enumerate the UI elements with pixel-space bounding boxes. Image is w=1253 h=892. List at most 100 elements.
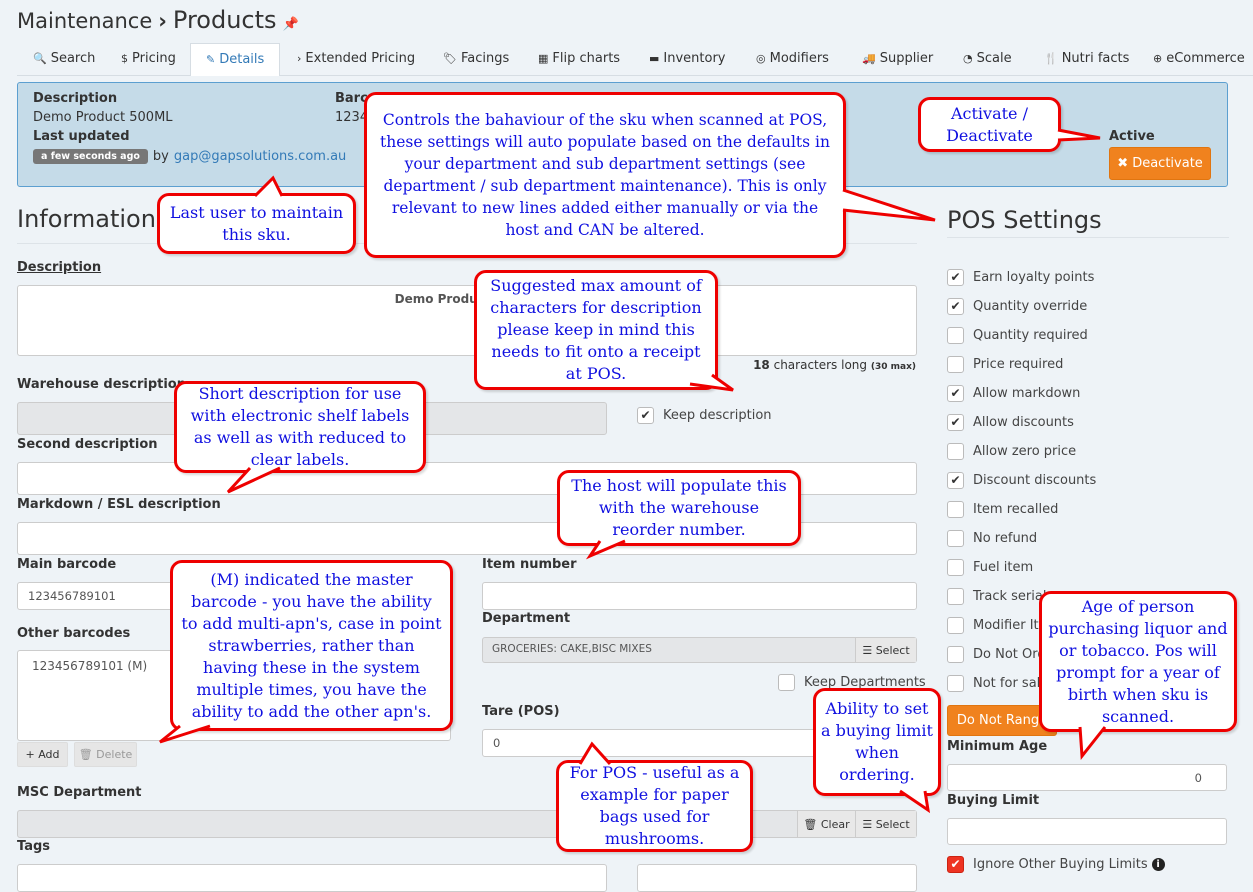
tab-inventory[interactable]: ▬ Inventory: [649, 43, 726, 76]
tab-label: Supplier: [879, 51, 934, 66]
tab-icon: 🚚: [862, 52, 876, 65]
second-description-label: Second description: [17, 437, 158, 452]
information-heading: Information: [17, 205, 156, 233]
keep-departments-checkbox[interactable]: [778, 674, 795, 691]
pos-option-label: Item recalled: [973, 502, 1059, 517]
tab-supplier[interactable]: 🚚 Supplier: [862, 43, 933, 76]
pos-option-checkbox[interactable]: [947, 646, 964, 663]
tab-label: Modifiers: [769, 51, 829, 66]
pos-option-label: Allow discounts: [973, 415, 1074, 430]
pos-option-checkbox[interactable]: [947, 675, 964, 692]
msc-clear-button[interactable]: 🗑 Clear: [797, 811, 855, 837]
pos-option[interactable]: Modifier Ite: [947, 617, 1047, 634]
tab-label: Extended Pricing: [305, 51, 416, 66]
tab-scale[interactable]: ◔ Scale: [963, 43, 1012, 76]
pos-option[interactable]: ✔ Discount discounts: [947, 472, 1096, 489]
description-label: Description: [17, 260, 102, 275]
markdown-description-label: Markdown / ESL description: [17, 497, 221, 512]
pos-option-label: Allow zero price: [973, 444, 1077, 459]
deactivate-button[interactable]: ✖ Deactivate: [1109, 147, 1211, 180]
main-barcode-label: Main barcode: [17, 557, 117, 572]
pos-option[interactable]: Track serial: [947, 588, 1046, 605]
pos-option[interactable]: Quantity required: [947, 327, 1088, 344]
keep-description-checkbox[interactable]: ✔: [637, 407, 654, 424]
breadcrumb-separator: ›: [158, 9, 167, 33]
tab-icon: 🏷: [443, 52, 457, 65]
pos-option-label: Allow markdown: [973, 386, 1081, 401]
pos-option[interactable]: Not for sale: [947, 675, 1048, 692]
callout-max-chars: Suggested max amount of characters for d…: [474, 270, 718, 390]
tab-search[interactable]: 🔍 Search: [33, 43, 95, 76]
info-icon[interactable]: i: [1151, 858, 1165, 871]
pos-option-checkbox[interactable]: [947, 327, 964, 344]
pos-option-checkbox[interactable]: [947, 559, 964, 576]
pos-option-label: No refund: [973, 531, 1038, 546]
breadcrumb-parent[interactable]: Maintenance: [17, 9, 152, 33]
pos-option-checkbox[interactable]: ✔: [947, 472, 964, 489]
pos-option-checkbox[interactable]: [947, 588, 964, 605]
callout-last-user: Last user to maintain this sku.: [157, 193, 356, 254]
tab-label: Facings: [460, 51, 510, 66]
add-barcode-button[interactable]: + Add: [17, 742, 68, 767]
tab-icon: ⊕: [1153, 52, 1163, 65]
summary-description-label: Description: [33, 91, 118, 106]
delete-barcode-button[interactable]: 🗑 Delete: [74, 742, 137, 767]
ignore-limits-checkbox[interactable]: ✔: [947, 856, 964, 873]
breadcrumb: Maintenance › Products 📌: [17, 6, 299, 34]
tab-icon: ◔: [963, 52, 973, 65]
tags-input[interactable]: [17, 864, 607, 892]
pos-option-label: Price required: [973, 357, 1064, 372]
ignore-limits-label: Ignore Other Buying Limits: [973, 857, 1148, 872]
tab-ecommerce[interactable]: ⊕ eCommerce: [1153, 43, 1245, 76]
pos-option[interactable]: ✔ Earn loyalty points: [947, 269, 1094, 286]
pos-option-checkbox[interactable]: ✔: [947, 298, 964, 315]
buying-limit-input[interactable]: [947, 818, 1227, 845]
pos-option[interactable]: Allow zero price: [947, 443, 1076, 460]
callout-tare: For POS - useful as a example for paper …: [556, 760, 753, 852]
department-select-button[interactable]: ☰ Select: [855, 638, 916, 662]
minimum-age-input[interactable]: 0: [947, 764, 1227, 791]
pos-option-checkbox[interactable]: [947, 617, 964, 634]
pos-option-checkbox[interactable]: ✔: [947, 414, 964, 431]
pos-option[interactable]: Price required: [947, 356, 1063, 373]
description-textarea[interactable]: Demo Product 500ML: [17, 285, 917, 356]
pin-icon[interactable]: 📌: [283, 17, 299, 32]
tab-facings[interactable]: 🏷 Facings: [443, 43, 509, 76]
user-email-link[interactable]: gap@gapsolutions.com.au: [174, 149, 346, 164]
tab-icon: ◎: [756, 52, 766, 65]
pos-option[interactable]: ✔ Allow discounts: [947, 414, 1074, 431]
tab-pricing[interactable]: $ Pricing: [121, 43, 176, 76]
pos-option[interactable]: ✔ Quantity override: [947, 298, 1087, 315]
tab-extended-pricing[interactable]: › Extended Pricing: [297, 43, 415, 76]
pos-option-checkbox[interactable]: ✔: [947, 269, 964, 286]
callout-buying-limit: Ability to set a buying limit when order…: [813, 688, 941, 796]
tab-icon: ›: [297, 52, 302, 65]
tab-icon: $: [121, 52, 128, 65]
callout-tail: [843, 190, 935, 220]
tab-label: Scale: [976, 51, 1012, 66]
pos-option-checkbox[interactable]: [947, 356, 964, 373]
pos-option-label: Earn loyalty points: [973, 270, 1095, 285]
tab-nutri-facts[interactable]: 🍴 Nutri facts: [1044, 43, 1129, 76]
tags-extra-input[interactable]: [637, 864, 917, 892]
char-text: characters long: [773, 358, 868, 372]
tab-flip-charts[interactable]: ▦ Flip charts: [538, 43, 620, 76]
pos-option[interactable]: Item recalled: [947, 501, 1058, 518]
msc-select-button[interactable]: ☰ Select: [855, 811, 916, 837]
tab-modifiers[interactable]: ◎ Modifiers: [756, 43, 829, 76]
msc-department-label: MSC Department: [17, 785, 142, 800]
pos-option-label: Do Not Ord: [973, 647, 1046, 662]
pos-option-checkbox[interactable]: [947, 530, 964, 547]
pos-option-checkbox[interactable]: [947, 501, 964, 518]
by-text: by: [152, 149, 169, 164]
pos-option[interactable]: ✔ Allow markdown: [947, 385, 1080, 402]
item-number-input[interactable]: [482, 582, 917, 610]
callout-activate: Activate / Deactivate: [918, 97, 1061, 152]
pos-option[interactable]: Do Not Ord: [947, 646, 1046, 663]
pos-option[interactable]: No refund: [947, 530, 1037, 547]
tab-details[interactable]: ✎ Details: [190, 43, 281, 76]
pos-option[interactable]: Fuel item: [947, 559, 1033, 576]
tab-icon: ▬: [649, 52, 660, 65]
pos-option-checkbox[interactable]: [947, 443, 964, 460]
pos-option-checkbox[interactable]: ✔: [947, 385, 964, 402]
